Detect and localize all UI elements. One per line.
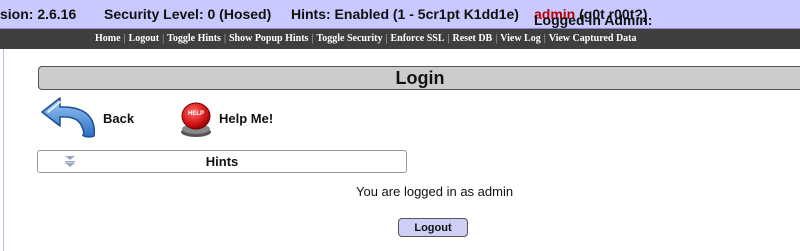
- nav-link-reset-db[interactable]: Reset DB: [453, 33, 493, 44]
- hints-status-label: Hints: Enabled (1 - 5cr1pt K1dd1e): [291, 6, 519, 22]
- nav-separator: |: [223, 33, 226, 44]
- nav-separator: |: [447, 33, 450, 44]
- nav-link-toggle-security[interactable]: Toggle Security: [316, 33, 382, 44]
- back-label: Back: [103, 111, 135, 126]
- nav-menu: Home | Logout | Toggle Hints | Show Popup Hint…: [95, 29, 637, 49]
- nav-separator: |: [311, 33, 314, 44]
- page-title: Login: [38, 66, 800, 90]
- nav-link-view-log[interactable]: View Log: [500, 33, 540, 44]
- nav-link-view-captured-data[interactable]: View Captured Data: [549, 33, 637, 44]
- nav-link-enforce-ssl[interactable]: Enforce SSL: [391, 33, 445, 44]
- back-arrow-icon: [41, 97, 96, 138]
- logged-in-admin-label: Logged In Admin: admin (g0t r00t?): [534, 6, 652, 28]
- nav-separator: |: [162, 33, 165, 44]
- nav-separator: |: [123, 33, 126, 44]
- logged-in-message: You are logged in as admin: [356, 184, 514, 199]
- security-level-label: Security Level: 0 (Hosed): [104, 6, 272, 22]
- nav-bar: Home | Logout | Toggle Hints | Show Popup Hint…: [0, 29, 800, 49]
- nav-link-show-popup-hints[interactable]: Show Popup Hints: [229, 33, 308, 44]
- left-divider: [3, 49, 4, 251]
- nav-link-home[interactable]: Home: [95, 33, 121, 44]
- logged-in-prefix: Logged In Admin:: [534, 12, 653, 28]
- help-me-label: Help Me!: [219, 111, 274, 126]
- help-me-button[interactable]: HELP Help Me!: [178, 100, 288, 138]
- help-icon-text: HELP: [188, 111, 204, 117]
- logout-button[interactable]: Logout: [398, 218, 468, 237]
- back-button[interactable]: Back: [40, 96, 150, 142]
- status-bar: sion: 2.6.16 Security Level: 0 (Hosed) H…: [0, 0, 800, 29]
- version-label: sion: 2.6.16: [0, 6, 77, 22]
- help-button-icon: HELP: [181, 102, 211, 137]
- nav-separator: |: [385, 33, 388, 44]
- nav-separator: |: [495, 33, 498, 44]
- hints-toggle[interactable]: Hints: [37, 150, 407, 173]
- nav-link-toggle-hints[interactable]: Toggle Hints: [167, 33, 221, 44]
- hints-label: Hints: [205, 154, 239, 169]
- nav-separator: |: [543, 33, 546, 44]
- nav-link-logout[interactable]: Logout: [129, 33, 160, 44]
